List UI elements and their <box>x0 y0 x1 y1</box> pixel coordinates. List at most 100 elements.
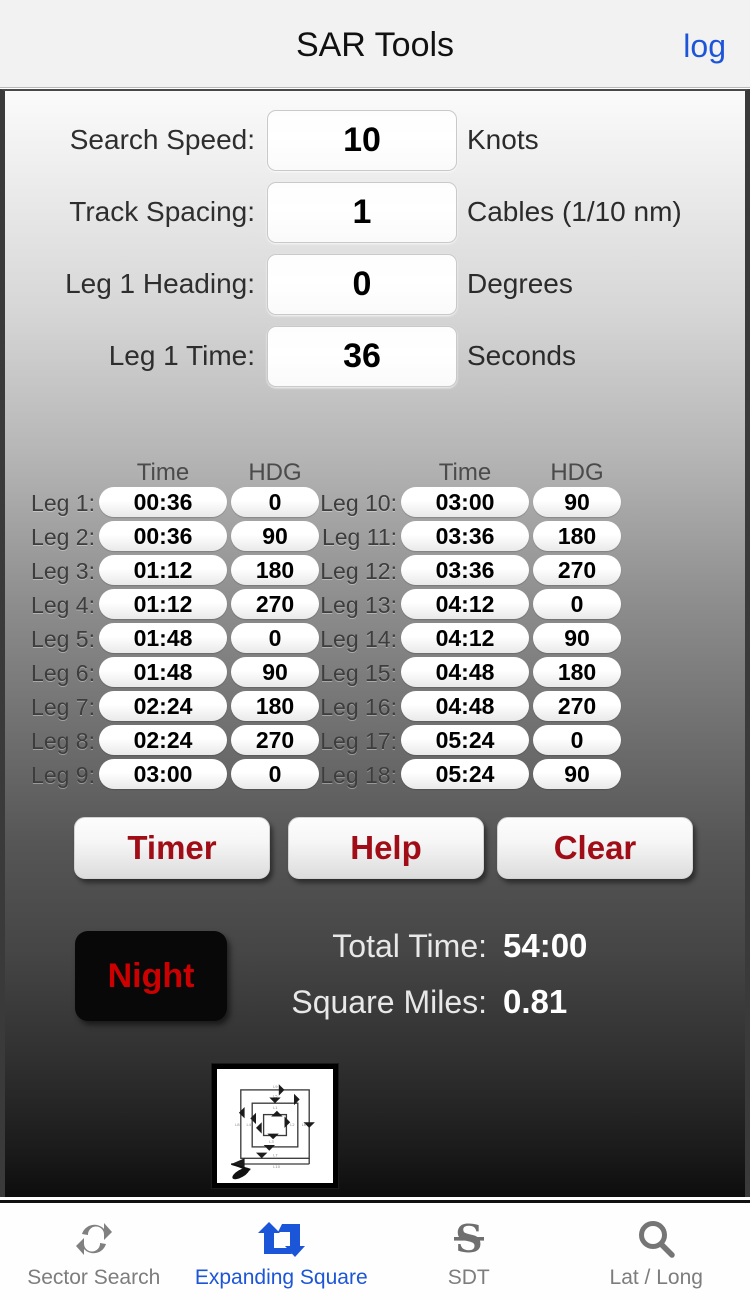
page-title: SAR Tools <box>295 26 455 64</box>
leg-label: Leg 3: <box>31 558 95 584</box>
leg-hdg-field[interactable]: 180 <box>533 657 621 687</box>
svg-text:L4: L4 <box>247 1122 252 1127</box>
svg-text:L3: L3 <box>269 1139 274 1144</box>
magnifier-icon <box>634 1217 678 1261</box>
leg-time-field[interactable]: 01:12 <box>99 589 227 619</box>
total-time-row: Total Time: 54:00 <box>245 927 715 983</box>
leg-label: Leg 17: <box>320 728 397 754</box>
help-button[interactable]: Help <box>288 817 484 879</box>
leg-label: Leg 10: <box>320 490 397 516</box>
track-spacing-input[interactable]: 1 <box>267 181 457 243</box>
leg-time-field[interactable]: 03:00 <box>401 487 529 517</box>
action-button-row: Timer Help Clear <box>5 817 745 881</box>
leg-hdg-field[interactable]: 0 <box>533 725 621 755</box>
leg-label: Leg 9: <box>31 762 95 788</box>
night-mode-button[interactable]: Night <box>75 931 227 1021</box>
s-divide-icon: S <box>447 1217 491 1261</box>
leg-hdg-field[interactable]: 90 <box>533 487 621 517</box>
leg-label: Leg 13: <box>320 592 397 618</box>
leg-time-field[interactable]: 03:00 <box>99 759 227 789</box>
leg-hdg-field[interactable]: 90 <box>533 623 621 653</box>
tab-sdt[interactable]: S SDT <box>375 1203 563 1300</box>
leg-hdg-field[interactable]: 270 <box>533 691 621 721</box>
leg-label: Leg 1: <box>31 490 95 516</box>
expanding-square-diagram-svg: L1 L2 L3 L4 L5 L6 L7 L8 L9 L10 <box>217 1069 333 1183</box>
leg-time-field[interactable]: 03:36 <box>401 521 529 551</box>
leg-time-field[interactable]: 04:12 <box>401 623 529 653</box>
leg-time-field[interactable]: 04:48 <box>401 657 529 687</box>
clear-button[interactable]: Clear <box>497 817 693 879</box>
tab-label-sector-search: Sector Search <box>27 1266 161 1289</box>
time-column-header: Time <box>136 459 190 486</box>
expanding-square-diagram-icon[interactable]: L1 L2 L3 L4 L5 L6 L7 L8 L9 L10 <box>211 1063 339 1189</box>
tab-label-expanding-square: Expanding Square <box>194 1266 368 1289</box>
leg-label: Leg 6: <box>31 660 95 686</box>
svg-text:L5: L5 <box>273 1094 278 1099</box>
leg-label: Leg 4: <box>31 592 95 618</box>
expanding-square-arrows-icon <box>256 1217 306 1261</box>
tab-sector-search[interactable]: Sector Search <box>0 1203 188 1300</box>
leg-time-field[interactable]: 04:48 <box>401 691 529 721</box>
leg1-time-label: Leg 1 Time: <box>108 340 255 371</box>
track-spacing-unit: Cables (1/10 nm) <box>467 196 682 227</box>
leg-label: Leg 11: <box>321 524 397 550</box>
leg-label: Leg 16: <box>320 694 397 720</box>
hdg-column-header: HDG <box>248 459 302 486</box>
leg-label: Leg 12: <box>320 558 397 584</box>
hdg-column-header: HDG <box>550 459 604 486</box>
header-bar: SAR Tools log <box>0 0 750 88</box>
time-column-header: Time <box>438 459 492 486</box>
svg-text:L10: L10 <box>273 1164 281 1169</box>
leg-label: Leg 18: <box>320 762 397 788</box>
leg1-heading-input[interactable]: 0 <box>267 253 457 315</box>
svg-text:L2: L2 <box>290 1122 295 1127</box>
leg-time-field[interactable]: 05:24 <box>401 725 529 755</box>
leg-label: Leg 5: <box>31 626 95 652</box>
leg-label: Leg 8: <box>31 728 95 754</box>
search-speed-unit: Knots <box>467 124 539 155</box>
svg-text:L1: L1 <box>273 1105 278 1110</box>
timer-button[interactable]: Timer <box>74 817 270 879</box>
leg-hdg-field[interactable]: 0 <box>533 589 621 619</box>
refresh-circular-arrows-icon <box>72 1217 116 1261</box>
leg-hdg-field[interactable]: 90 <box>533 759 621 789</box>
tab-expanding-square[interactable]: Expanding Square <box>188 1203 376 1300</box>
leg1-time-input[interactable]: 36 <box>267 325 457 387</box>
leg-time-field[interactable]: 03:36 <box>401 555 529 585</box>
square-miles-label: Square Miles: <box>291 984 487 1020</box>
leg-hdg-field[interactable]: 180 <box>533 521 621 551</box>
leg-label: Leg 7: <box>31 694 95 720</box>
main-panel: Search Speed: 10 Knots Track Spacing: 1 … <box>0 89 750 1197</box>
leg-time-field[interactable]: 01:48 <box>99 623 227 653</box>
bottom-tab-bar: Sector Search Expanding Square S SDT Lat… <box>0 1200 750 1300</box>
leg-time-field[interactable]: 02:24 <box>99 725 227 755</box>
leg-label: Leg 14: <box>320 626 397 652</box>
param-row-leg1-time: Leg 1 Time: 36 Seconds <box>5 325 745 387</box>
leg-time-field[interactable]: 05:24 <box>401 759 529 789</box>
tab-lat-long[interactable]: Lat / Long <box>563 1203 750 1300</box>
leg-time-field[interactable]: 01:12 <box>99 555 227 585</box>
totals-group: Total Time: 54:00 Square Miles: 0.81 <box>245 927 715 1039</box>
leg-label: Leg 15: <box>320 660 397 686</box>
leg-time-field[interactable]: 02:24 <box>99 691 227 721</box>
square-miles-row: Square Miles: 0.81 <box>245 983 715 1039</box>
leg-time-field[interactable]: 00:36 <box>99 521 227 551</box>
square-miles-value: 0.81 <box>503 983 568 1020</box>
svg-text:L6: L6 <box>302 1122 307 1127</box>
leg-label: Leg 2: <box>31 524 95 550</box>
leg-time-field[interactable]: 00:36 <box>99 487 227 517</box>
leg1-time-unit: Seconds <box>467 340 576 371</box>
param-row-track-spacing: Track Spacing: 1 Cables (1/10 nm) <box>5 181 745 243</box>
log-button[interactable]: log <box>683 28 726 65</box>
search-speed-label: Search Speed: <box>69 124 255 155</box>
param-row-leg1-heading: Leg 1 Heading: 0 Degrees <box>5 253 745 315</box>
leg-hdg-field[interactable]: 270 <box>533 555 621 585</box>
leg-time-field[interactable]: 04:12 <box>401 589 529 619</box>
svg-text:L8: L8 <box>235 1122 240 1127</box>
tab-label-sdt: SDT <box>447 1266 490 1289</box>
app-root: SAR Tools log Search Speed: 10 Knots Tra… <box>0 0 750 1300</box>
svg-text:L7: L7 <box>273 1152 278 1157</box>
leg-time-field[interactable]: 01:48 <box>99 657 227 687</box>
search-speed-input[interactable]: 10 <box>267 109 457 171</box>
leg1-heading-unit: Degrees <box>467 268 573 299</box>
